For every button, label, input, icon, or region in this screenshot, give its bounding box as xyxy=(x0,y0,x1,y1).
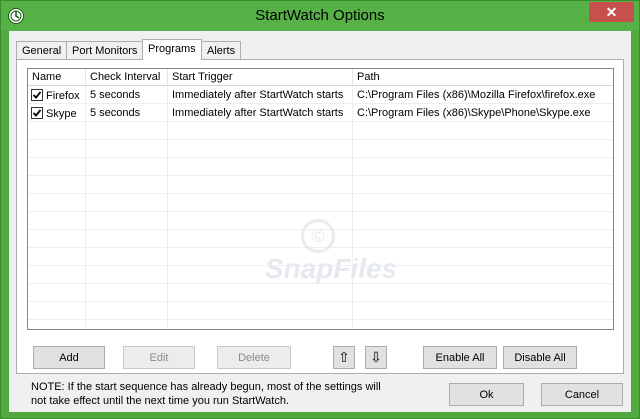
check-interval: 5 seconds xyxy=(86,86,168,104)
program-path: C:\Program Files (x86)\Skype\Phone\Skype… xyxy=(357,107,591,119)
start-trigger: Immediately after StartWatch starts xyxy=(168,86,353,104)
enabled-checkbox[interactable] xyxy=(31,107,43,119)
disable-all-button[interactable]: Disable All xyxy=(503,346,577,369)
edit-button[interactable]: Edit xyxy=(123,346,195,369)
delete-button[interactable]: Delete xyxy=(217,346,291,369)
ok-button[interactable]: Ok xyxy=(449,383,524,406)
watermark-text: SnapFiles xyxy=(264,253,398,284)
dialog-body: General Port Monitors Programs Alerts Na… xyxy=(9,31,631,412)
list-header: Name Check Interval Start Trigger Path xyxy=(28,69,613,86)
tab-general[interactable]: General xyxy=(16,41,68,60)
arrow-down-icon: ⇩ xyxy=(370,349,382,365)
tab-alerts[interactable]: Alerts xyxy=(201,41,242,60)
title-bar[interactable]: StartWatch Options ✕ xyxy=(1,1,639,31)
tab-programs[interactable]: Programs xyxy=(142,39,202,60)
arrow-up-icon: ⇧ xyxy=(338,349,350,365)
add-button[interactable]: Add xyxy=(33,346,105,369)
column-name[interactable]: Name xyxy=(28,69,86,86)
column-start-trigger[interactable]: Start Trigger xyxy=(168,69,353,86)
column-check-interval[interactable]: Check Interval xyxy=(86,69,168,86)
cancel-button[interactable]: Cancel xyxy=(541,383,623,406)
start-trigger: Immediately after StartWatch starts xyxy=(168,104,353,122)
close-button[interactable]: ✕ xyxy=(589,2,634,22)
enabled-checkbox[interactable] xyxy=(31,89,43,101)
check-interval: 5 seconds xyxy=(86,104,168,122)
table-row[interactable]: Firefox 5 seconds Immediately after Star… xyxy=(28,86,613,104)
programs-list[interactable]: Name Check Interval Start Trigger Path F… xyxy=(27,68,614,330)
tab-port-monitors[interactable]: Port Monitors xyxy=(66,41,144,60)
program-name: Firefox xyxy=(46,90,80,102)
settings-note: NOTE: If the start sequence has already … xyxy=(31,381,381,407)
program-name: Skype xyxy=(46,108,77,120)
window-title: StartWatch Options xyxy=(255,7,385,24)
move-up-button[interactable]: ⇧ xyxy=(333,346,355,369)
column-path[interactable]: Path xyxy=(353,69,613,86)
options-window: StartWatch Options ✕ General Port Monito… xyxy=(0,0,640,419)
programs-panel: Name Check Interval Start Trigger Path F… xyxy=(16,59,624,374)
program-path: C:\Program Files (x86)\Mozilla Firefox\f… xyxy=(357,89,596,101)
table-row[interactable]: Skype 5 seconds Immediately after StartW… xyxy=(28,104,613,122)
move-down-button[interactable]: ⇩ xyxy=(365,346,387,369)
enable-all-button[interactable]: Enable All xyxy=(423,346,497,369)
